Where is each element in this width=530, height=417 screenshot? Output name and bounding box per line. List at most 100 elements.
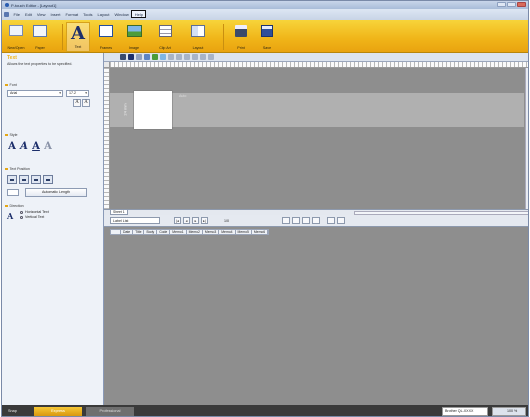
barcode-tool-icon[interactable] bbox=[152, 54, 158, 60]
layout-label: Layout bbox=[192, 46, 204, 50]
label-paper[interactable] bbox=[134, 91, 172, 129]
menu-help[interactable]: Help bbox=[131, 10, 147, 18]
horizontal-text-radio[interactable]: Horizontal Text bbox=[20, 210, 49, 214]
vertical-ruler bbox=[104, 68, 110, 209]
list-view-icon[interactable] bbox=[337, 217, 345, 224]
search-icon[interactable] bbox=[282, 217, 290, 224]
maximize-button[interactable] bbox=[507, 2, 516, 7]
delete-record-icon[interactable] bbox=[312, 217, 320, 224]
font-shrink-button[interactable]: A bbox=[82, 99, 90, 107]
copy-icon[interactable] bbox=[176, 54, 182, 60]
column-memo4[interactable]: Memo4 bbox=[219, 230, 236, 234]
align-center-icon[interactable] bbox=[19, 175, 29, 184]
next-record-button[interactable]: ▸ bbox=[192, 217, 199, 224]
app-window: P-touch Editor - [Layout1] File Edit Vie… bbox=[1, 0, 529, 417]
section-bullet-icon bbox=[5, 204, 8, 208]
menu-tools[interactable]: Tools bbox=[81, 11, 95, 18]
radio-selected-icon bbox=[20, 210, 23, 214]
font-grow-button[interactable]: A bbox=[73, 99, 81, 107]
align-left-icon[interactable] bbox=[7, 175, 17, 184]
zoom-select[interactable]: 100 % bbox=[492, 407, 526, 416]
select-pointer-icon[interactable] bbox=[120, 54, 126, 60]
close-button[interactable] bbox=[517, 2, 526, 7]
italic-button[interactable]: A bbox=[19, 141, 29, 152]
column-memo2[interactable]: Memo2 bbox=[187, 230, 203, 234]
print-button[interactable]: Print bbox=[230, 22, 252, 52]
layout-button[interactable]: Layout bbox=[186, 22, 210, 52]
clip-art-icon bbox=[158, 25, 172, 37]
column-memo5[interactable]: Memo5 bbox=[236, 230, 252, 234]
panel-description: Allows the text properties to be specifi… bbox=[7, 62, 73, 66]
menu-layout[interactable]: Layout bbox=[95, 11, 112, 18]
professional-mode-tab[interactable]: Professional bbox=[86, 407, 134, 416]
add-record-icon[interactable] bbox=[302, 217, 310, 224]
table-view-icon[interactable] bbox=[327, 217, 335, 224]
undo-icon[interactable] bbox=[192, 54, 198, 60]
column-memo6[interactable]: Memo6 bbox=[252, 230, 269, 234]
auto-length-row: Automatic Length bbox=[7, 188, 97, 198]
text-position-section-label: Text Position bbox=[9, 167, 30, 171]
column-date[interactable]: Date bbox=[121, 230, 134, 234]
menu-view[interactable]: View bbox=[34, 11, 48, 18]
column-memo1[interactable]: Memo1 bbox=[170, 230, 187, 234]
outline-button[interactable]: A bbox=[43, 141, 53, 152]
window-title: P-touch Editor - [Layout1] bbox=[11, 2, 57, 8]
menu-insert[interactable]: Insert bbox=[48, 11, 63, 18]
new-open-label: New/Open bbox=[7, 46, 25, 50]
horizontal-scrollbar[interactable] bbox=[354, 210, 528, 215]
automatic-length-button[interactable]: Automatic Length bbox=[25, 188, 87, 197]
prev-record-button[interactable]: ◂ bbox=[183, 217, 190, 224]
cut-icon[interactable] bbox=[168, 54, 174, 60]
vertical-scrollbar[interactable] bbox=[525, 68, 528, 209]
text-position-section-header: Text Position bbox=[5, 167, 30, 171]
align-justify-icon[interactable] bbox=[43, 175, 53, 184]
layout-icon bbox=[191, 25, 205, 37]
paste-icon[interactable] bbox=[184, 54, 190, 60]
printer-select[interactable]: Brother QL-XXXX bbox=[442, 407, 488, 416]
underline-button[interactable]: A bbox=[31, 141, 41, 152]
paper-button[interactable]: Paper bbox=[29, 22, 51, 52]
window-controls bbox=[497, 2, 526, 7]
tape-width-label: 24 mm bbox=[122, 103, 128, 116]
align-right-icon[interactable] bbox=[31, 175, 41, 184]
paper-icon bbox=[33, 25, 47, 37]
bold-button[interactable]: A bbox=[7, 141, 17, 152]
text-tool-icon[interactable] bbox=[128, 54, 134, 60]
redo-icon[interactable] bbox=[200, 54, 206, 60]
frames-button[interactable]: Frames bbox=[94, 22, 118, 52]
filter-icon[interactable] bbox=[292, 217, 300, 224]
image-tool-icon[interactable] bbox=[160, 54, 166, 60]
grid-icon[interactable] bbox=[208, 54, 214, 60]
express-mode-tab[interactable]: Express bbox=[34, 407, 82, 416]
column-memo3[interactable]: Memo3 bbox=[203, 230, 220, 234]
paper-label: Paper bbox=[35, 46, 45, 50]
new-open-button[interactable]: New/Open bbox=[5, 22, 27, 52]
line-tool-icon[interactable] bbox=[136, 54, 142, 60]
menu-file[interactable]: File bbox=[11, 11, 22, 18]
column-body[interactable]: Body bbox=[144, 230, 158, 234]
menu-items: File Edit View Insert Format Tools Layou… bbox=[11, 10, 147, 18]
column-code[interactable]: Code bbox=[157, 230, 171, 234]
menu-edit[interactable]: Edit bbox=[22, 11, 34, 18]
minimize-button[interactable] bbox=[497, 2, 506, 7]
font-name-select[interactable]: Arial ▾ bbox=[7, 90, 63, 97]
last-record-button[interactable]: ▸| bbox=[201, 217, 208, 224]
direction-section-label: Direction bbox=[9, 204, 24, 208]
image-button[interactable]: Image bbox=[122, 22, 146, 52]
label-list-field[interactable]: Label List bbox=[110, 217, 160, 224]
alignment-buttons bbox=[7, 175, 67, 185]
menu-app-icon[interactable] bbox=[4, 12, 9, 17]
text-button[interactable]: A Text bbox=[66, 22, 90, 52]
save-button[interactable]: Save bbox=[256, 22, 278, 52]
clip-art-button[interactable]: Clip Art bbox=[150, 22, 180, 52]
snap-mode-tab[interactable]: Snap bbox=[4, 407, 32, 416]
print-label: Print bbox=[237, 46, 245, 50]
rectangle-tool-icon[interactable] bbox=[144, 54, 150, 60]
menu-window[interactable]: Window bbox=[112, 11, 131, 18]
font-size-select[interactable]: 17.2 ▾ bbox=[66, 90, 89, 97]
menu-format[interactable]: Format bbox=[63, 11, 81, 18]
first-record-button[interactable]: |◂ bbox=[174, 217, 181, 224]
panel-title: Text bbox=[7, 55, 17, 61]
vertical-text-radio[interactable]: Vertical Text bbox=[20, 215, 49, 219]
column-title[interactable]: Title bbox=[133, 230, 145, 234]
